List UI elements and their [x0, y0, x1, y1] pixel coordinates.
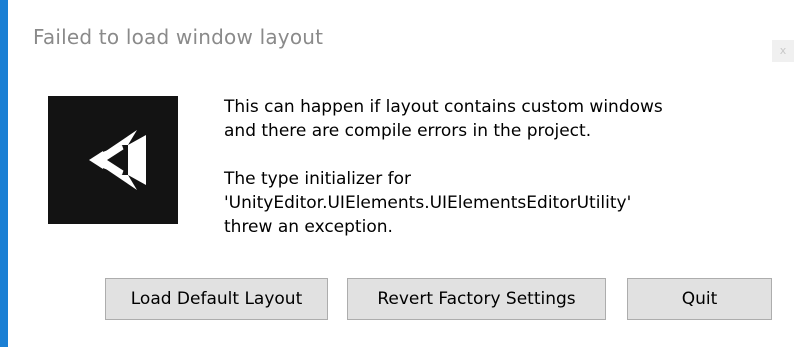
close-icon[interactable]: x	[772, 40, 794, 62]
window-accent-border	[0, 0, 8, 347]
window-top-edge	[0, 0, 800, 8]
window-title: Failed to load window layout	[33, 25, 324, 49]
revert-factory-settings-button[interactable]: Revert Factory Settings	[347, 278, 606, 320]
message-explanation: This can happen if layout contains custo…	[224, 97, 663, 141]
load-default-layout-button[interactable]: Load Default Layout	[105, 278, 328, 320]
error-message: This can happen if layout contains custo…	[224, 95, 764, 239]
unity-logo-glyph	[89, 130, 146, 190]
quit-button[interactable]: Quit	[627, 278, 772, 320]
title-bar[interactable]: Failed to load window layout x	[8, 8, 800, 72]
message-exception: The type initializer for 'UnityEditor.UI…	[224, 169, 632, 237]
unity-logo-icon	[48, 96, 178, 224]
error-dialog: Failed to load window layout x This can …	[0, 0, 800, 347]
